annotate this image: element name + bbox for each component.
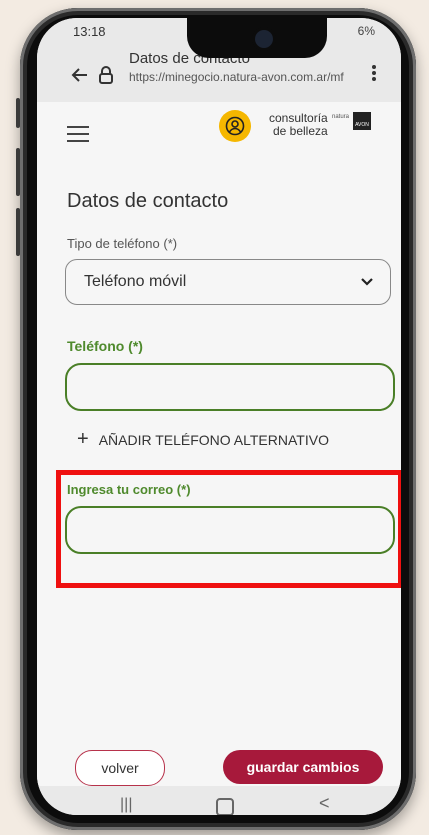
- add-alternative-phone-button[interactable]: + AÑADIR TELÉFONO ALTERNATIVO: [77, 428, 329, 451]
- recent-apps-icon[interactable]: |||: [120, 796, 132, 814]
- brand-logo: consultoría de belleza: [269, 112, 328, 138]
- phone-label: Teléfono (*): [67, 338, 143, 354]
- hamburger-menu-icon[interactable]: [67, 126, 89, 142]
- phone-type-value: Teléfono móvil: [84, 273, 187, 290]
- natura-logo: natura: [332, 114, 350, 120]
- phone-type-select[interactable]: Teléfono móvil: [65, 259, 391, 305]
- email-label: Ingresa tu correo (*): [67, 482, 191, 497]
- system-back-icon[interactable]: <: [319, 793, 330, 814]
- camera-icon: [255, 30, 273, 48]
- back-arrow-icon[interactable]: [69, 64, 91, 86]
- save-changes-button[interactable]: guardar cambios: [223, 750, 383, 784]
- back-button[interactable]: volver: [75, 750, 165, 786]
- phone-input[interactable]: [65, 363, 395, 411]
- user-avatar-icon[interactable]: [219, 110, 251, 142]
- url-bar[interactable]: https://minegocio.natura-avon.com.ar/mf: [129, 70, 344, 84]
- system-nav-bar: ||| <: [37, 786, 401, 815]
- footer-actions: volver guardar cambios: [37, 746, 401, 786]
- side-button: [16, 98, 20, 128]
- app-header: consultoría de belleza natura AVON: [37, 102, 401, 152]
- add-alternative-phone-label: AÑADIR TELÉFONO ALTERNATIVO: [98, 431, 329, 448]
- email-input[interactable]: [65, 506, 395, 554]
- chevron-down-icon: [360, 274, 374, 293]
- section-heading: Datos de contacto: [67, 190, 229, 212]
- lock-icon[interactable]: [95, 64, 117, 86]
- home-icon[interactable]: [216, 798, 234, 815]
- plus-icon: +: [77, 428, 89, 450]
- phone-type-label: Tipo de teléfono (*): [67, 236, 178, 251]
- more-menu-icon[interactable]: [363, 62, 385, 84]
- brand-line2: de belleza: [272, 124, 328, 138]
- status-time: 13:18: [73, 24, 106, 39]
- avon-logo: AVON: [353, 112, 371, 130]
- screen: 13:18 6% Datos de contacto https://mineg…: [37, 18, 401, 815]
- volume-button: [16, 208, 20, 256]
- battery-level: 6%: [357, 24, 375, 38]
- volume-button: [16, 148, 20, 196]
